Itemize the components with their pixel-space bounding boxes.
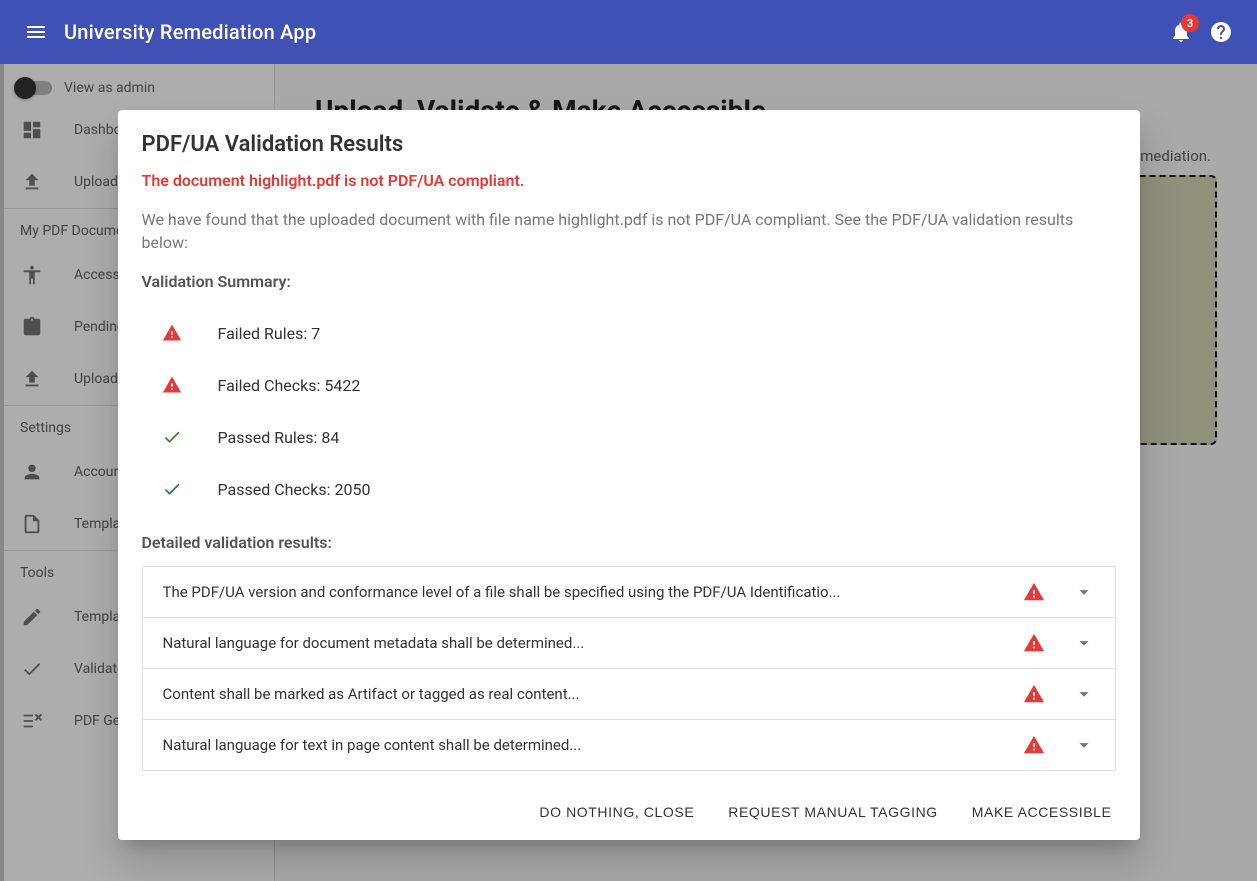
- dialog-intro: We have found that the uploaded document…: [142, 208, 1116, 254]
- summary-label: Passed Rules: 84: [218, 428, 340, 447]
- chevron-down-icon: [1073, 683, 1095, 705]
- summary-row-failed-rules: Failed Rules: 7: [142, 307, 1116, 359]
- warning-icon: [1023, 683, 1045, 705]
- help-button[interactable]: [1201, 12, 1241, 52]
- detailed-heading: Detailed validation results:: [142, 533, 1116, 552]
- dialog-body[interactable]: PDF/UA Validation Results The document h…: [118, 110, 1140, 784]
- summary-heading: Validation Summary:: [142, 272, 1116, 291]
- hamburger-icon: [24, 20, 48, 44]
- detailed-text: The PDF/UA version and conformance level…: [163, 583, 1023, 601]
- dialog-title: PDF/UA Validation Results: [142, 132, 1116, 157]
- summary-row-passed-checks: Passed Checks: 2050: [142, 463, 1116, 515]
- app-title: University Remediation App: [64, 20, 316, 44]
- warning-icon: [1023, 581, 1045, 603]
- summary-label: Passed Checks: 2050: [218, 480, 371, 499]
- detailed-row[interactable]: Content shall be marked as Artifact or t…: [143, 669, 1115, 720]
- summary-row-failed-checks: Failed Checks: 5422: [142, 359, 1116, 411]
- menu-button[interactable]: [16, 12, 56, 52]
- check-icon: [162, 427, 182, 447]
- warning-icon: [1023, 734, 1045, 756]
- detailed-text: Natural language for document metadata s…: [163, 634, 1023, 652]
- dialog-actions: Do nothing, close Request Manual Tagging…: [118, 784, 1140, 840]
- detailed-row[interactable]: Natural language for text in page conten…: [143, 720, 1115, 770]
- detailed-text: Natural language for text in page conten…: [163, 736, 1023, 754]
- help-icon: [1209, 20, 1233, 44]
- detailed-row[interactable]: The PDF/UA version and conformance level…: [143, 567, 1115, 618]
- modal-overlay: PDF/UA Validation Results The document h…: [0, 64, 1257, 881]
- notification-badge: 3: [1181, 14, 1199, 32]
- detailed-text: Content shall be marked as Artifact or t…: [163, 685, 1023, 703]
- chevron-down-icon: [1073, 632, 1095, 654]
- request-manual-tagging-button[interactable]: Request Manual Tagging: [716, 794, 950, 830]
- compliance-status: The document highlight.pdf is not PDF/UA…: [142, 171, 1116, 190]
- check-icon: [162, 479, 182, 499]
- validation-results-dialog: PDF/UA Validation Results The document h…: [118, 110, 1140, 840]
- notifications-button[interactable]: 3: [1161, 12, 1201, 52]
- make-accessible-button[interactable]: Make Accessible: [960, 794, 1124, 830]
- chevron-down-icon: [1073, 734, 1095, 756]
- warning-icon: [1023, 632, 1045, 654]
- chevron-down-icon: [1073, 581, 1095, 603]
- detailed-list: The PDF/UA version and conformance level…: [142, 566, 1116, 771]
- summary-row-passed-rules: Passed Rules: 84: [142, 411, 1116, 463]
- warning-icon: [162, 323, 182, 343]
- detailed-row[interactable]: Natural language for document metadata s…: [143, 618, 1115, 669]
- app-header: University Remediation App 3: [0, 0, 1257, 64]
- close-button[interactable]: Do nothing, close: [527, 794, 706, 830]
- summary-list: Failed Rules: 7 Failed Checks: 5422 Pass…: [142, 307, 1116, 515]
- summary-label: Failed Rules: 7: [218, 324, 321, 343]
- summary-label: Failed Checks: 5422: [218, 376, 361, 395]
- warning-icon: [162, 375, 182, 395]
